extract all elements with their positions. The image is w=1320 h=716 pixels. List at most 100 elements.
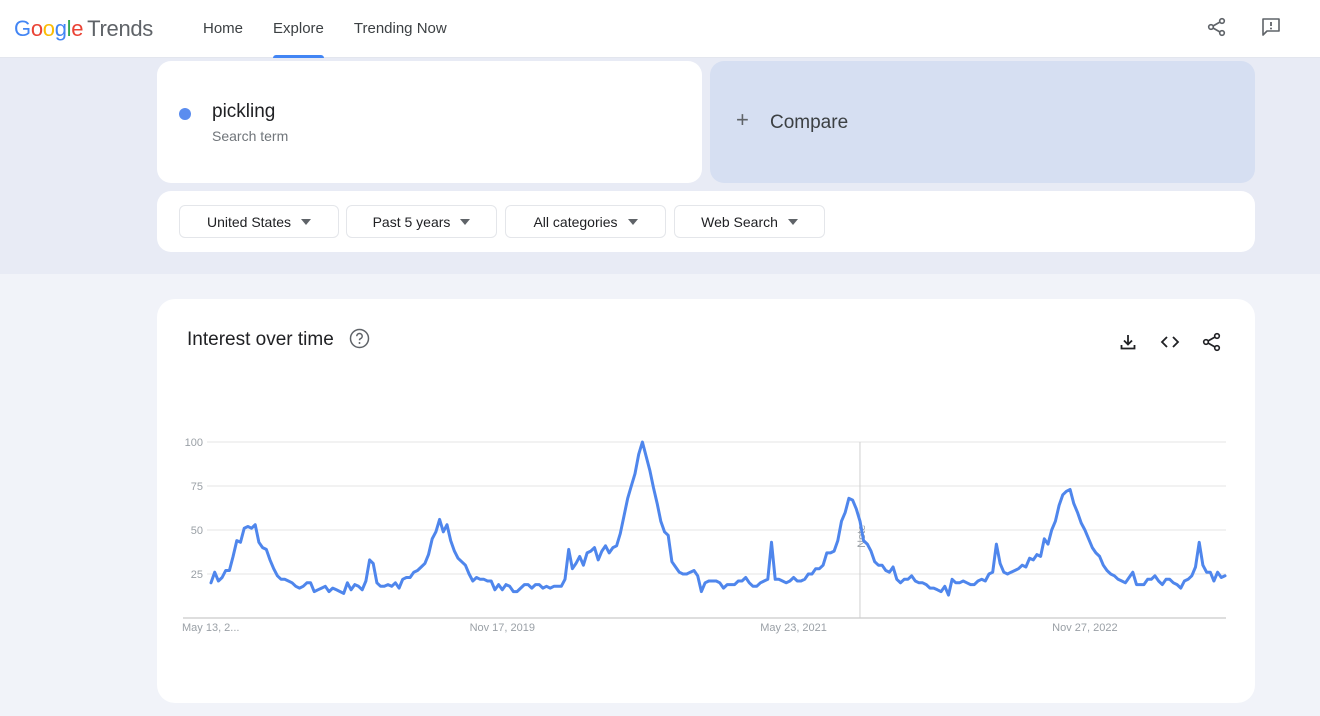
data-point[interactable] [387, 583, 390, 586]
data-point[interactable] [766, 578, 769, 581]
data-point[interactable] [1098, 555, 1101, 558]
data-point[interactable] [482, 578, 485, 581]
data-point[interactable] [811, 573, 814, 576]
data-point[interactable] [870, 550, 873, 553]
data-point[interactable] [512, 590, 515, 593]
data-point[interactable] [884, 569, 887, 572]
data-point[interactable] [269, 558, 272, 561]
data-point[interactable] [748, 581, 751, 584]
filter-category[interactable]: All categories [505, 205, 666, 238]
data-point[interactable] [589, 550, 592, 553]
data-point[interactable] [453, 550, 456, 553]
data-point[interactable] [368, 558, 371, 561]
data-point[interactable] [1087, 537, 1090, 540]
data-point[interactable] [881, 564, 884, 567]
data-point[interactable] [608, 551, 611, 554]
data-point[interactable] [1139, 583, 1142, 586]
data-point[interactable] [947, 594, 950, 597]
data-point[interactable] [1083, 529, 1086, 532]
data-point[interactable] [1006, 573, 1009, 576]
data-point[interactable] [434, 530, 437, 533]
data-point[interactable] [759, 581, 762, 584]
data-point[interactable] [361, 588, 364, 591]
data-point[interactable] [995, 543, 998, 546]
data-point[interactable] [556, 585, 559, 588]
data-point[interactable] [235, 539, 238, 542]
data-point[interactable] [1142, 583, 1145, 586]
data-point[interactable] [224, 569, 227, 572]
data-point[interactable] [427, 553, 430, 556]
search-term[interactable]: pickling [212, 101, 275, 123]
data-point[interactable] [814, 567, 817, 570]
data-point[interactable] [398, 587, 401, 590]
feedback-icon[interactable] [1258, 14, 1284, 40]
data-point[interactable] [895, 578, 898, 581]
data-point[interactable] [973, 583, 976, 586]
data-point[interactable] [925, 583, 928, 586]
data-point[interactable] [254, 523, 257, 526]
data-point[interactable] [1168, 578, 1171, 581]
data-point[interactable] [298, 587, 301, 590]
data-point[interactable] [409, 576, 412, 579]
data-point[interactable] [575, 562, 578, 565]
data-point[interactable] [969, 583, 972, 586]
nav-home[interactable]: Home [188, 0, 258, 58]
data-point[interactable] [1072, 502, 1075, 505]
data-point[interactable] [866, 543, 869, 546]
data-point[interactable] [1179, 587, 1182, 590]
data-point[interactable] [309, 581, 312, 584]
data-point[interactable] [479, 578, 482, 581]
data-point[interactable] [250, 527, 253, 530]
data-point[interactable] [652, 486, 655, 489]
data-point[interactable] [1106, 569, 1109, 572]
data-point[interactable] [1172, 581, 1175, 584]
data-point[interactable] [1024, 566, 1027, 569]
data-point[interactable] [1187, 578, 1190, 581]
data-point[interactable] [1069, 488, 1072, 491]
data-point[interactable] [357, 585, 360, 588]
data-point[interactable] [1094, 551, 1097, 554]
data-point[interactable] [770, 541, 773, 544]
data-point[interactable] [490, 580, 493, 583]
data-point[interactable] [534, 583, 537, 586]
data-point[interactable] [375, 581, 378, 584]
data-point[interactable] [1076, 511, 1079, 514]
data-point[interactable] [560, 585, 563, 588]
data-point[interactable] [977, 580, 980, 583]
data-point[interactable] [788, 580, 791, 583]
data-point[interactable] [508, 585, 511, 588]
data-point[interactable] [936, 588, 939, 591]
data-point[interactable] [1010, 571, 1013, 574]
data-point[interactable] [877, 564, 880, 567]
data-point[interactable] [704, 581, 707, 584]
data-point[interactable] [678, 571, 681, 574]
data-point[interactable] [744, 576, 747, 579]
data-point[interactable] [431, 537, 434, 540]
data-point[interactable] [825, 551, 828, 554]
data-point[interactable] [593, 546, 596, 549]
data-point[interactable] [1124, 581, 1127, 584]
data-point[interactable] [390, 585, 393, 588]
data-point[interactable] [682, 573, 685, 576]
data-point[interactable] [567, 548, 570, 551]
data-point[interactable] [1216, 571, 1219, 574]
data-point[interactable] [711, 580, 714, 583]
data-point[interactable] [401, 578, 404, 581]
data-point[interactable] [726, 583, 729, 586]
data-point[interactable] [210, 581, 213, 584]
data-point[interactable] [796, 580, 799, 583]
data-point[interactable] [634, 472, 637, 475]
data-point[interactable] [733, 583, 736, 586]
data-point[interactable] [914, 580, 917, 583]
data-point[interactable] [1183, 580, 1186, 583]
data-point[interactable] [737, 580, 740, 583]
data-point[interactable] [1131, 571, 1134, 574]
data-point[interactable] [364, 580, 367, 583]
data-point[interactable] [807, 573, 810, 576]
data-point[interactable] [564, 578, 567, 581]
data-point[interactable] [423, 562, 426, 565]
data-point[interactable] [984, 580, 987, 583]
data-point[interactable] [350, 588, 353, 591]
data-point[interactable] [1039, 555, 1042, 558]
share-icon[interactable] [1204, 14, 1230, 40]
